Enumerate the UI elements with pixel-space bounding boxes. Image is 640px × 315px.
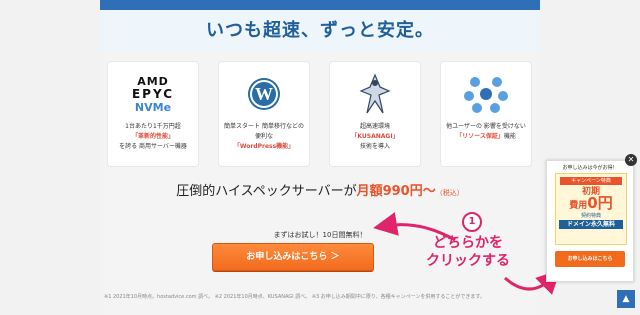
feature-card-amd: AMD EPYC NVMe 1台あたり1千万円超 「革新的性能」 を誇る 商用サ… <box>108 62 198 166</box>
footnote: ※1 2021年10月時点。hostadvice.com 調べ。 ※2 2021… <box>104 294 485 300</box>
hero-title: いつも超速、ずっと安定。 <box>206 20 434 41</box>
feature-desc-pre: 1台あたり1千万円超 <box>125 123 181 130</box>
feature-desc-highlight: 「WordPress機能」 <box>233 143 295 150</box>
annotation-text-line2: クリックする <box>426 253 510 269</box>
feature-desc-highlight: 「革新的性能」 <box>131 133 174 140</box>
feature-desc-highlight: 「リソース保証」 <box>456 133 504 140</box>
page-background-left <box>0 0 100 315</box>
feature-desc: 簡単スタート 簡単移行などの便利な 「WordPress機能」 <box>223 122 305 152</box>
annotation-text-line1: どちらかを <box>433 235 503 251</box>
campaign-headline-2: 費用 <box>569 201 588 211</box>
campaign-domain: ドメイン永久無料 <box>559 220 623 229</box>
campaign-headline: 初期 費用0円 <box>556 187 626 212</box>
amd-epyc-nvme-logo: AMD EPYC NVMe <box>108 68 198 120</box>
widget-apply-button[interactable]: お申し込みはこちら <box>555 251 625 267</box>
page-top-icon[interactable]: ▲ <box>617 290 635 308</box>
kusanagi-icon <box>330 68 420 120</box>
hero-banner: いつも超速、ずっと安定。 <box>100 0 540 52</box>
price-prefix: 圧倒的ハイスペックサーバーが <box>176 184 357 199</box>
annotation-text: どちらかを クリックする <box>418 234 518 270</box>
campaign-ribbon: キャンペーン特典 <box>560 177 622 185</box>
campaign-zero-yen: 0円 <box>587 194 613 212</box>
feature-card-resource: 他ユーザーの 影響を受けない 「リソース保証」機能 <box>441 62 531 166</box>
feature-cards: AMD EPYC NVMe 1台あたり1千万円超 「革新的性能」 を誇る 商用サ… <box>108 62 532 166</box>
feature-desc: 超高速環境 「KUSANAGI」 技術を導入 <box>334 122 416 152</box>
price-tax-note: （税込） <box>435 189 464 197</box>
logo-text-amd: AMD <box>137 74 169 88</box>
widget-header: お申し込みは今がお得！ <box>562 165 618 171</box>
feature-desc-post: 機能 <box>503 133 516 140</box>
feature-desc: 他ユーザーの 影響を受けない 「リソース保証」機能 <box>445 122 527 142</box>
logo-text-epyc: EPYC <box>131 86 175 101</box>
apply-button[interactable]: お申し込みはこちら ＞ <box>212 243 374 271</box>
price-line: 圧倒的ハイスペックサーバーが月額990円〜（税込） <box>100 180 540 199</box>
feature-desc-pre: 簡単スタート 簡単移行などの便利な <box>224 123 304 140</box>
feature-desc-post: 技術を導入 <box>359 143 390 150</box>
close-icon[interactable]: ✕ <box>625 154 637 166</box>
feature-card-wordpress: W 簡単スタート 簡単移行などの便利な 「WordPress機能」 <box>219 62 309 166</box>
logo-text-nvme: NVMe <box>134 100 172 114</box>
feature-desc-highlight: 「KUSANAGI」 <box>351 133 399 140</box>
network-people-icon <box>441 68 531 120</box>
wordpress-icon: W <box>219 68 309 120</box>
feature-desc-pre: 他ユーザーの 影響を受けない <box>446 123 526 130</box>
feature-card-kusanagi: 超高速環境 「KUSANAGI」 技術を導入 <box>330 62 420 166</box>
campaign-sub: 契約特典 <box>580 213 601 219</box>
feature-desc-pre: 超高速環境 <box>359 123 390 130</box>
campaign-widget: お申し込みは今がお得！ キャンペーン特典 初期 費用0円 契約特典 ドメイン永久… <box>546 160 634 282</box>
feature-desc-post: を誇る 商用サーバー機器 <box>119 143 187 150</box>
annotation-step-number: 1 <box>462 212 482 232</box>
svg-text:W: W <box>255 84 273 104</box>
feature-desc: 1台あたり1千万円超 「革新的性能」 を誇る 商用サーバー機器 <box>112 122 194 152</box>
campaign-banner[interactable]: キャンペーン特典 初期 費用0円 契約特典 ドメイン永久無料 <box>555 173 627 245</box>
price-amount: 月額990円〜 <box>356 184 436 199</box>
